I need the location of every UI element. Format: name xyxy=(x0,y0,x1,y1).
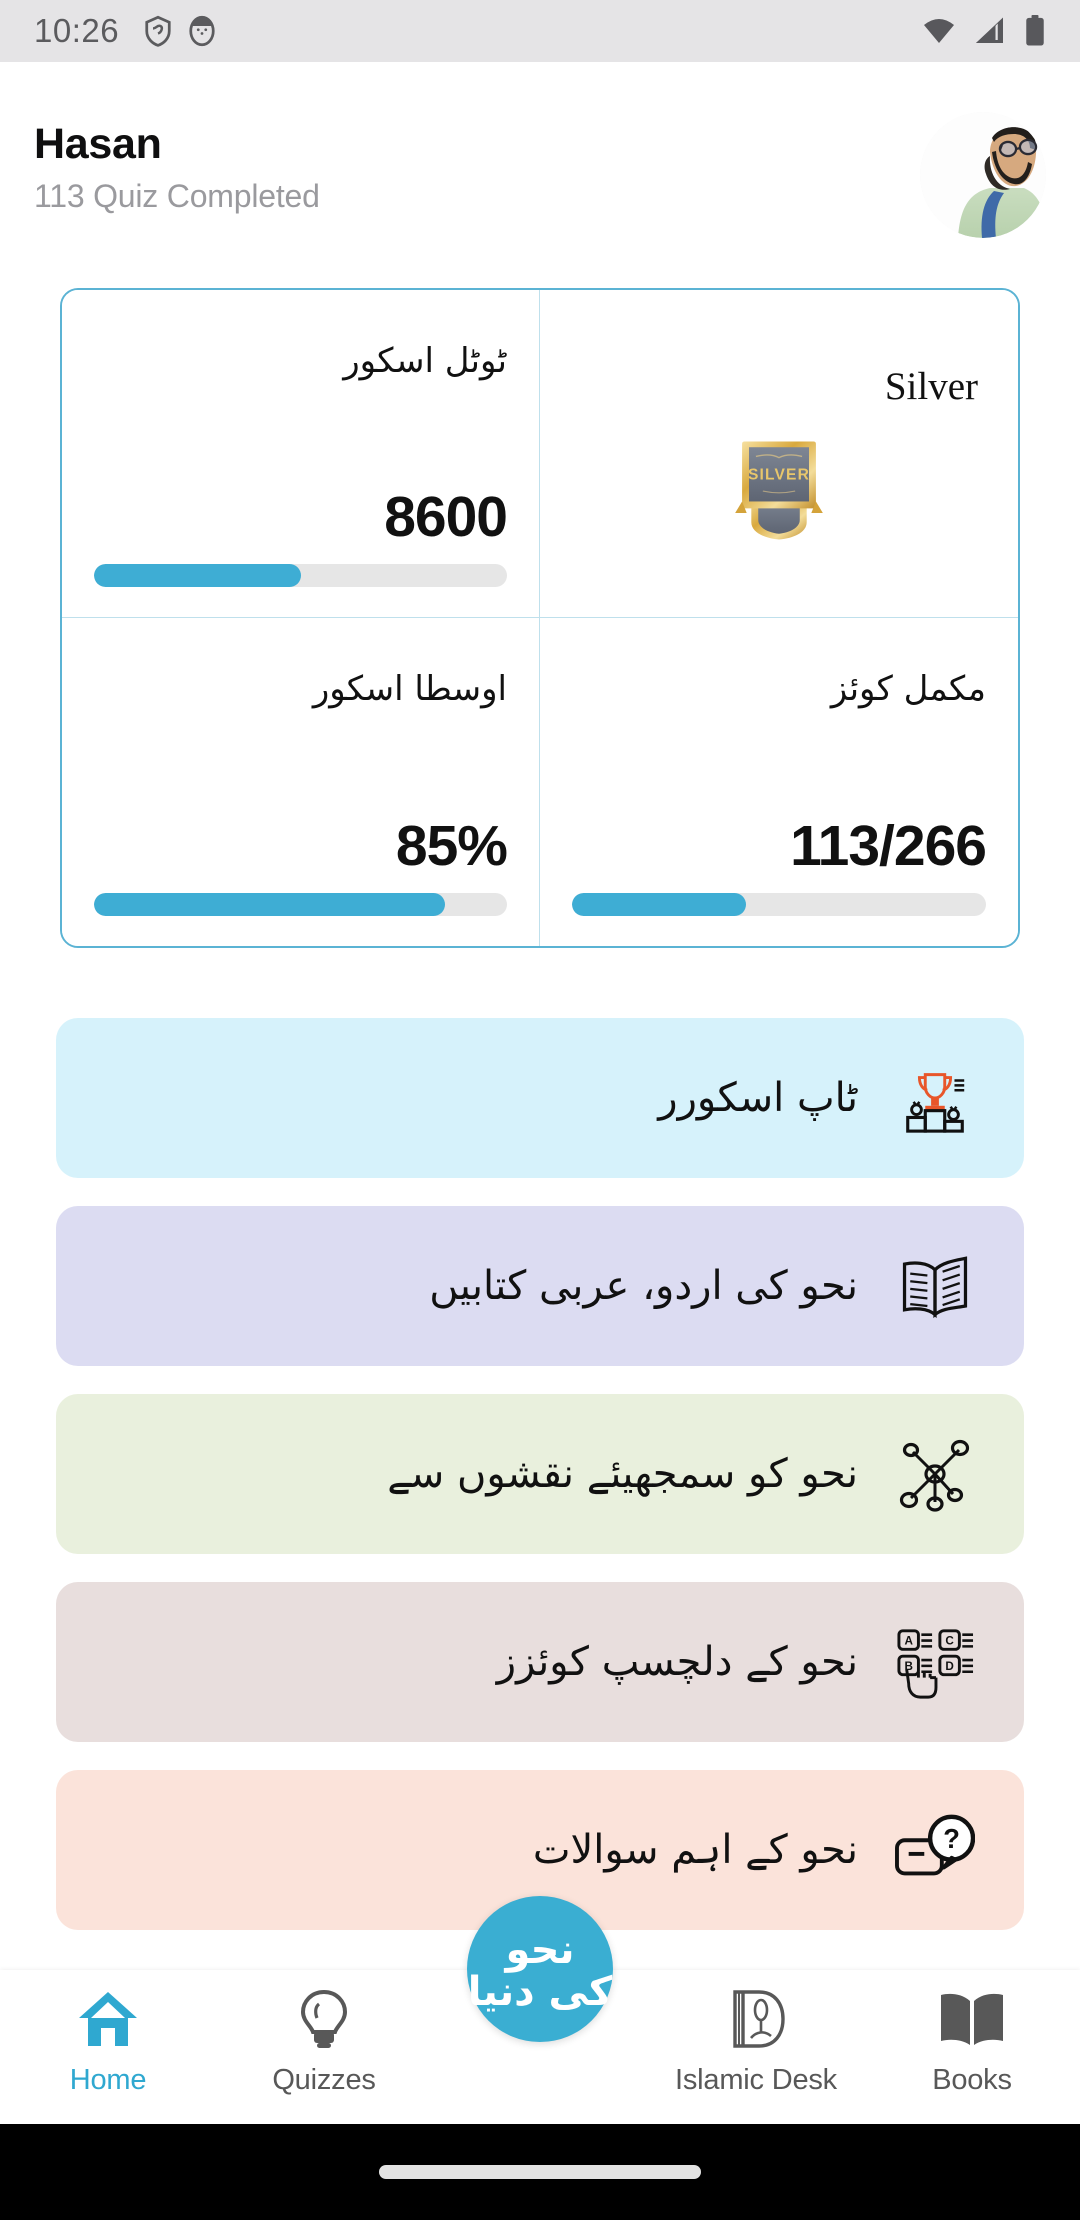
total-score-value: 8600 xyxy=(384,485,508,549)
completed-quiz-progress xyxy=(572,893,986,916)
gesture-pill[interactable] xyxy=(379,2165,701,2179)
average-score-progress-fill xyxy=(94,893,446,916)
books-icon xyxy=(937,1986,1007,2052)
nav-label-books: Books xyxy=(932,2064,1012,2096)
completed-quiz-progress-fill xyxy=(572,893,746,916)
fab-line-2: کی دنیا xyxy=(467,1969,613,2015)
nav-label-islamic-desk: Islamic Desk xyxy=(675,2064,837,2096)
nav-item-islamic-desk[interactable]: Islamic Desk xyxy=(663,1986,849,2097)
menu-item-label: نحو کے دلچسپ کوئزز xyxy=(496,1639,858,1685)
status-bar-clock: 10:26 xyxy=(34,12,120,49)
page-title: Hasan xyxy=(34,120,162,168)
fab-logo-text: نحو کی دنیا xyxy=(468,1925,613,2013)
completed-quiz-label: مکمل کوئز xyxy=(830,669,986,709)
mcq-quiz-icon: A C B D xyxy=(894,1621,976,1703)
svg-text:?: ? xyxy=(943,1823,960,1854)
svg-text:A: A xyxy=(904,1634,913,1647)
lightbulb-icon xyxy=(297,1986,351,2052)
nav-item-home[interactable]: Home xyxy=(15,1986,201,2097)
menu-item-label: نحو کی اردو، عربی کتابیں xyxy=(429,1263,858,1309)
total-score-label: ٹوٹل اسکور xyxy=(343,341,507,381)
home-icon xyxy=(75,1986,141,2052)
nav-label-quizzes: Quizzes xyxy=(272,2064,376,2096)
average-score-cell[interactable]: اوسطا اسکور 85% xyxy=(62,618,540,946)
svg-text:D: D xyxy=(945,1660,953,1673)
menu-item-quizzes[interactable]: A C B D نحو کے دلچسپ کوئزز xyxy=(56,1582,1024,1742)
average-score-label: اوسطا اسکور xyxy=(312,669,507,709)
status-bar-system-icons xyxy=(920,15,1046,47)
mind-map-icon xyxy=(894,1433,976,1515)
rank-badge-cell[interactable]: Silver SILVER xyxy=(540,290,1018,618)
battery-icon xyxy=(1026,15,1044,46)
total-score-cell[interactable]: ٹوٹل اسکور 8600 xyxy=(62,290,540,618)
average-score-progress xyxy=(94,893,507,916)
avatar[interactable] xyxy=(920,112,1046,238)
nav-item-quizzes[interactable]: Quizzes xyxy=(231,1986,417,2097)
status-bar-notification-icons xyxy=(143,14,217,48)
completed-quiz-value: 113/266 xyxy=(790,814,987,878)
question-help-icon: ? xyxy=(894,1809,976,1891)
quran-stand-icon xyxy=(723,1986,789,2052)
profile-header-text: Hasan 113 Quiz Completed xyxy=(34,110,320,215)
completed-quiz-cell[interactable]: مکمل کوئز 113/266 xyxy=(540,618,1018,946)
rank-title: Silver xyxy=(884,365,978,408)
privacy-badger-icon xyxy=(189,15,215,47)
svg-text:C: C xyxy=(945,1634,954,1647)
svg-text:SILVER: SILVER xyxy=(748,467,810,484)
nav-label-home: Home xyxy=(69,2064,147,2096)
menu-item-label: نحو کو سمجھیئے نقشوں سے xyxy=(387,1451,858,1497)
app-logo-fab[interactable]: نحو کی دنیا xyxy=(467,1896,613,2042)
system-gesture-bar xyxy=(0,2124,1080,2220)
wifi-icon xyxy=(924,19,954,43)
total-score-progress xyxy=(94,564,507,587)
menu-item-label: ٹاپ اسکورر xyxy=(658,1075,858,1121)
profile-header: Hasan 113 Quiz Completed xyxy=(0,62,1080,242)
cellular-signal-icon xyxy=(976,17,1003,43)
total-score-progress-fill xyxy=(94,564,301,587)
quiz-completed-subtitle: 113 Quiz Completed xyxy=(34,178,320,215)
menu-item-grammar-books[interactable]: نحو کی اردو، عربی کتابیں xyxy=(56,1206,1024,1366)
average-score-value: 85% xyxy=(395,814,508,878)
menu-item-top-scorer[interactable]: ٹاپ اسکورر xyxy=(56,1018,1024,1178)
status-bar: 10:26 xyxy=(0,0,1080,62)
nav-item-books[interactable]: Books xyxy=(879,1986,1065,2097)
stats-card: ٹوٹل اسکور 8600 Silver SILVER اوسطا اسکو… xyxy=(60,288,1020,948)
menu-item-label: نحو کے اہم سوالات xyxy=(532,1827,858,1873)
silver-medal-badge-icon: SILVER xyxy=(735,441,823,540)
main-menu-list: ٹاپ اسکورر نحو کی اردو، عربی کتابیں نحو … xyxy=(56,1018,1024,1930)
open-book-icon xyxy=(894,1245,976,1327)
fab-line-1: نحو xyxy=(505,1927,575,1973)
shield-icon xyxy=(145,15,171,47)
avatar-photo xyxy=(920,112,1046,238)
podium-trophy-icon xyxy=(894,1057,976,1139)
menu-item-grammar-maps[interactable]: نحو کو سمجھیئے نقشوں سے xyxy=(56,1394,1024,1554)
